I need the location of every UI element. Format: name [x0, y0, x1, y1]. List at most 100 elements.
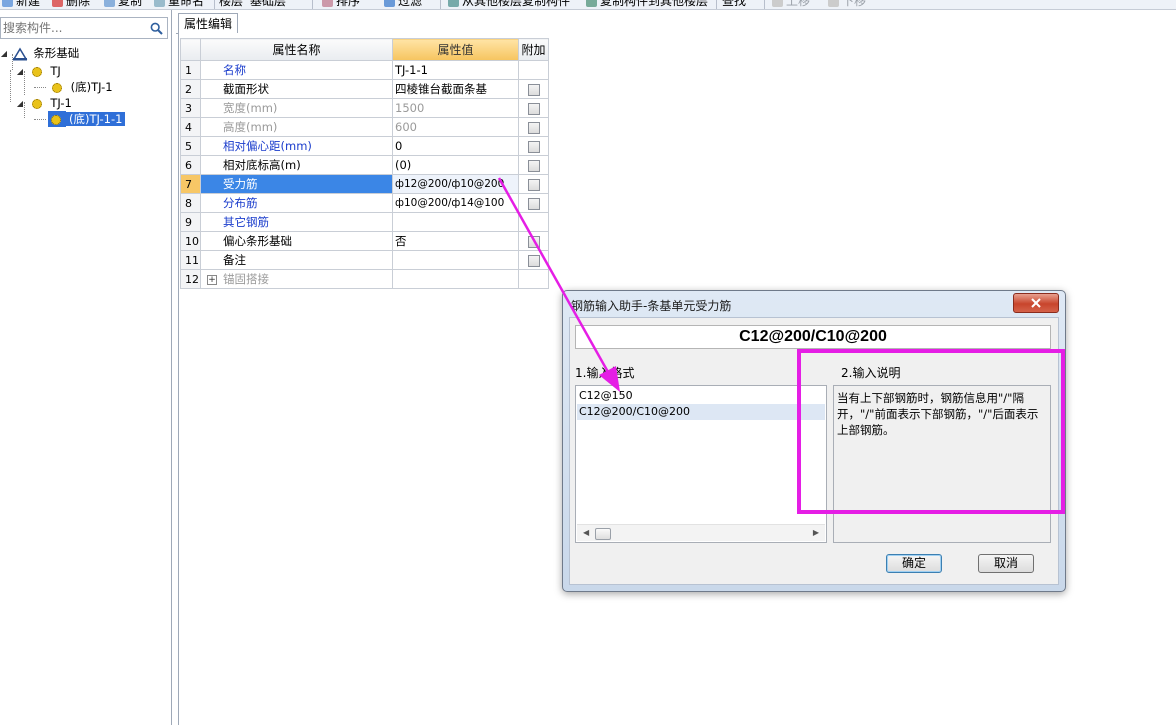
- property-name: 偏心条形基础: [200, 231, 393, 251]
- close-button[interactable]: [1013, 293, 1059, 313]
- rename-button[interactable]: 重命名: [154, 0, 204, 8]
- formula-display[interactable]: C12@200/C10@200: [575, 325, 1051, 349]
- tree-group-tj[interactable]: ◢ TJ: [16, 63, 61, 79]
- sort-icon: [322, 0, 333, 7]
- search-box: [0, 17, 168, 39]
- table-row[interactable]: 1 名称 TJ-1-1: [180, 60, 549, 80]
- property-name: 名称: [200, 60, 393, 80]
- property-value[interactable]: ф10@200/ф14@100: [392, 193, 519, 213]
- tab-property-edit[interactable]: 属性编辑: [178, 13, 239, 35]
- property-name-text: 锚固搭接: [223, 272, 269, 286]
- tree-item-tj-1-1[interactable]: (底)TJ-1-1: [48, 111, 126, 127]
- tree-root-strip-foundation[interactable]: ◢ 条形基础: [0, 45, 79, 61]
- tree-group-tj-1[interactable]: ◢ TJ-1: [16, 95, 72, 111]
- header-extra: 附加: [518, 38, 549, 61]
- table-row[interactable]: 6 相对底标高(m) (0): [180, 155, 549, 175]
- extra-checkbox[interactable]: [527, 102, 540, 115]
- scroll-thumb[interactable]: [595, 528, 611, 540]
- property-value[interactable]: 600: [392, 117, 519, 137]
- extra-cell: [518, 155, 549, 175]
- horizontal-scrollbar[interactable]: ◀ ▶: [577, 524, 825, 541]
- property-value[interactable]: [392, 212, 519, 232]
- property-value[interactable]: 1500: [392, 98, 519, 118]
- table-row[interactable]: 8 分布筋 ф10@200/ф14@100: [180, 193, 549, 213]
- scroll-left-icon[interactable]: ◀: [583, 528, 589, 537]
- extra-checkbox[interactable]: [527, 235, 540, 248]
- component-gear-icon: [31, 98, 42, 109]
- extra-checkbox[interactable]: [527, 121, 540, 134]
- table-row[interactable]: 10 偏心条形基础 否: [180, 231, 549, 251]
- extra-cell: [518, 117, 549, 137]
- extra-checkbox[interactable]: [527, 178, 540, 191]
- table-row-selected[interactable]: 7 受力筋 ф12@200/ф10@200: [180, 174, 549, 194]
- delete-button[interactable]: 删除: [52, 0, 90, 8]
- property-name: 宽度(mm): [200, 98, 393, 118]
- annotation-highlight-box: [797, 349, 1065, 514]
- property-name: 其它钢筋: [200, 212, 393, 232]
- move-up-icon: [772, 0, 783, 7]
- header-number: [180, 38, 201, 61]
- collapse-icon[interactable]: ◢: [16, 96, 24, 112]
- collapse-icon[interactable]: ◢: [16, 64, 24, 80]
- row-number: 1: [180, 60, 201, 80]
- move-up-button[interactable]: 上移: [772, 0, 810, 8]
- extra-checkbox[interactable]: [527, 83, 540, 96]
- property-value[interactable]: TJ-1-1: [392, 60, 519, 80]
- extra-checkbox[interactable]: [527, 140, 540, 153]
- row-number: 5: [180, 136, 201, 156]
- property-value[interactable]: [392, 269, 519, 289]
- property-value[interactable]: (0): [392, 155, 519, 175]
- property-name: 相对底标高(m): [200, 155, 393, 175]
- property-table: 属性名称 属性值 附加 1 名称 TJ-1-1 2 截面形状 四棱锥台截面条基 …: [180, 38, 549, 289]
- sort-button[interactable]: 排序: [322, 0, 360, 8]
- table-row[interactable]: 12 + 锚固搭接: [180, 269, 549, 289]
- table-row[interactable]: 2 截面形状 四棱锥台截面条基: [180, 79, 549, 99]
- rename-icon: [154, 0, 165, 7]
- header-name: 属性名称: [200, 38, 393, 61]
- extra-checkbox[interactable]: [527, 254, 540, 267]
- copy-icon: [104, 0, 115, 7]
- floor-label: 楼层: [219, 0, 244, 8]
- copy-from-floor-button[interactable]: 从其他楼层复制构件: [448, 0, 570, 8]
- new-button[interactable]: 新建: [2, 0, 40, 8]
- main-toolbar: 新建 删除 复制 重命名 楼层 基础层 排序 过滤 从其他楼层复制构件 复制构件…: [0, 0, 1176, 10]
- tree-item-tj-1[interactable]: (底)TJ-1: [52, 79, 113, 95]
- extra-checkbox[interactable]: [527, 197, 540, 210]
- property-value[interactable]: ф12@200/ф10@200: [392, 174, 519, 194]
- property-value[interactable]: [392, 250, 519, 270]
- scroll-right-icon[interactable]: ▶: [813, 528, 819, 537]
- filter-button[interactable]: 过滤: [384, 0, 422, 8]
- property-name: 分布筋: [200, 193, 393, 213]
- table-row[interactable]: 3 宽度(mm) 1500: [180, 98, 549, 118]
- tree-label: TJ-1: [50, 96, 72, 110]
- search-icon[interactable]: [145, 18, 167, 38]
- extra-checkbox[interactable]: [527, 159, 540, 172]
- table-row[interactable]: 5 相对偏心距(mm) 0: [180, 136, 549, 156]
- ok-button[interactable]: 确定: [886, 554, 942, 573]
- copy-button[interactable]: 复制: [104, 0, 142, 8]
- floor-select[interactable]: 基础层: [250, 0, 286, 8]
- collapse-icon[interactable]: ◢: [0, 46, 8, 62]
- extra-cell: [518, 79, 549, 99]
- table-row[interactable]: 9 其它钢筋: [180, 212, 549, 232]
- table-row[interactable]: 4 高度(mm) 600: [180, 117, 549, 137]
- copy-to-floor-button[interactable]: 复制构件到其他楼层: [586, 0, 708, 8]
- extra-cell: [518, 231, 549, 251]
- search-input[interactable]: [1, 18, 147, 38]
- filter-icon: [384, 0, 395, 7]
- move-down-button[interactable]: 下移: [828, 0, 866, 8]
- expand-plus-icon[interactable]: +: [207, 274, 217, 285]
- row-number: 3: [180, 98, 201, 118]
- extra-cell: [518, 193, 549, 213]
- property-value[interactable]: 四棱锥台截面条基: [392, 79, 519, 99]
- format-item[interactable]: C12@150: [577, 388, 825, 404]
- property-value[interactable]: 否: [392, 231, 519, 251]
- foundation-icon: [12, 47, 27, 60]
- property-value[interactable]: 0: [392, 136, 519, 156]
- format-item-selected[interactable]: C12@200/C10@200: [577, 404, 825, 420]
- table-row[interactable]: 11 备注: [180, 250, 549, 270]
- property-tabbar: 属性编辑: [176, 11, 1176, 35]
- tree-label: (底)TJ-1-1: [66, 112, 126, 126]
- find-button[interactable]: 查找: [722, 0, 746, 8]
- cancel-button[interactable]: 取消: [978, 554, 1034, 573]
